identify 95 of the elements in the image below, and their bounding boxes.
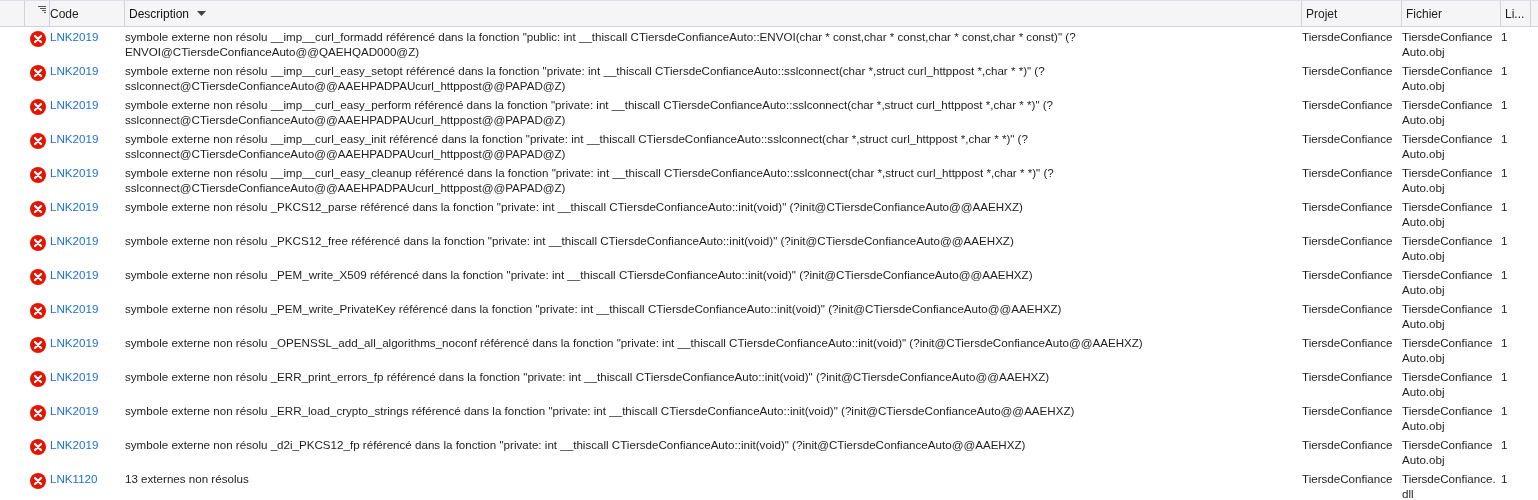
project-name: TiersdeConfiance [1302,437,1394,452]
file-name: TiersdeConfianceAuto.obj [1402,165,1494,195]
line-number: 1 [1501,200,1508,213]
file-name: TiersdeConfianceAuto.obj [1402,199,1494,229]
file-name: TiersdeConfianceAuto.obj [1402,131,1494,161]
project-name: TiersdeConfiance [1302,199,1394,214]
column-header[interactable]: Li... [1501,1,1531,26]
error-code-link[interactable]: LNK2019 [50,98,99,111]
error-description: symbole externe non résolu __imp__curl_easy_setopt référencé dans la fonction "private: int __thiscall CTiersdeConfianceAuto::sslconnect(char *,struct curl_httppost *,char * *)" (?sslconnect@CTiersdeConfianceAuto@@AAEHPADPAUcurl_httppost@@PAPAD@Z) [125,64,1045,92]
error-description: 13 externes non résolus [125,472,249,485]
project-name: TiersdeConfiance [1302,369,1394,384]
error-description: symbole externe non résolu _PKCS12_parse référencé dans la fonction "private: int __thiscall CTiersdeConfianceAuto::init(void)" (?init@CTiersdeConfianceAuto@@AAEHXZ) [125,200,1023,213]
line-number: 1 [1501,132,1508,145]
error-icon [30,473,46,489]
file-name: TiersdeConfianceAuto.obj [1402,437,1494,467]
line-number: 1 [1501,438,1508,451]
line-number: 1 [1501,30,1508,43]
error-icon [30,235,46,251]
file-name: TiersdeConfianceAuto.obj [1402,29,1494,59]
project-name: TiersdeConfiance [1302,29,1394,44]
line-number: 1 [1501,166,1508,179]
error-code-link[interactable]: LNK2019 [50,64,99,77]
column-label: Code [50,6,79,21]
error-description: symbole externe non résolu __imp__curl_easy_init référencé dans la fonction "private: int __thiscall CTiersdeConfianceAuto::sslconnect(char *,struct curl_httppost *,char * *)" (?sslconnect@CTiersdeConfianceAuto@@AAEHPADPAUcurl_httppost@@PAPAD@Z) [125,132,1028,160]
column-label: Description [129,6,190,21]
line-number: 1 [1501,302,1508,315]
column-header[interactable]: Code [50,1,125,26]
line-number: 1 [1501,234,1508,247]
project-name: TiersdeConfiance [1302,233,1394,248]
project-name: TiersdeConfiance [1302,267,1394,282]
error-description: symbole externe non résolu _PEM_write_X509 référencé dans la fonction "private: int __thiscall CTiersdeConfianceAuto::init(void)" (?init@CTiersdeConfianceAuto@@AAEHXZ) [125,268,1033,281]
error-description: symbole externe non résolu _d2i_PKCS12_fp référencé dans la fonction "private: int __thiscall CTiersdeConfianceAuto::init(void)" (?init@CTiersdeConfianceAuto@@AAEHXZ) [125,438,1026,451]
project-name: TiersdeConfiance [1302,97,1394,112]
column-label: Projet [1306,6,1338,21]
line-number: 1 [1501,268,1508,281]
file-name: TiersdeConfianceAuto.obj [1402,301,1494,331]
error-code-link[interactable]: LNK2019 [50,132,99,145]
column-header[interactable]: Description [125,1,1302,26]
error-description: symbole externe non résolu __imp__curl_formadd référencé dans la fonction "public: int __thiscall CTiersdeConfianceAuto::ENVOI(char * const,char * const,char * const,char * const)" (?ENVOI@CTiersdeConfianceAuto@@QAEHQAD000@Z) [125,30,1076,58]
error-icon [30,269,46,285]
error-icon [30,65,46,81]
error-icon [30,439,46,455]
error-icon [30,371,46,387]
column-header[interactable]: Fichier [1402,1,1501,26]
error-code-link[interactable]: LNK2019 [50,30,99,43]
project-name: TiersdeConfiance [1302,165,1394,180]
error-icon [30,99,46,115]
error-icon [30,405,46,421]
error-icon [30,133,46,149]
error-description: symbole externe non résolu _OPENSSL_add_all_algorithms_noconf référencé dans la fonction "private: int __thiscall CTiersdeConfianceAuto::init(void)" (?init@CTiersdeConfianceAuto@@AAEHXZ) [125,336,1143,349]
file-name: TiersdeConfianceAuto.obj [1402,369,1494,399]
error-icon [30,337,46,353]
file-name: TiersdeConfiance.dll [1402,471,1496,500]
file-name: TiersdeConfianceAuto.obj [1402,233,1494,263]
line-number: 1 [1501,336,1508,349]
error-icon [30,201,46,217]
file-name: TiersdeConfianceAuto.obj [1402,403,1494,433]
error-description: symbole externe non résolu __imp__curl_easy_perform référencé dans la fonction "private: int __thiscall CTiersdeConfianceAuto::sslconnect(char *,struct curl_httppost *,char * *)" (?sslconnect@CTiersdeConfianceAuto@@AAEHPADPAUcurl_httppost@@PAPAD@Z) [125,98,1054,126]
error-code-link[interactable]: LNK2019 [50,336,99,349]
line-number: 1 [1501,404,1508,417]
line-number: 1 [1501,370,1508,383]
project-name: TiersdeConfiance [1302,335,1394,350]
error-code-link[interactable]: LNK2019 [50,404,99,417]
line-number: 1 [1501,64,1508,77]
error-description: symbole externe non résolu _PEM_write_PrivateKey référencé dans la fonction "private: int __thiscall CTiersdeConfianceAuto::init(void)" (?init@CTiersdeConfianceAuto@@AAEHXZ) [125,302,1062,315]
project-name: TiersdeConfiance [1302,471,1394,486]
error-code-link[interactable]: LNK2019 [50,200,99,213]
file-name: TiersdeConfianceAuto.obj [1402,335,1494,365]
error-description: symbole externe non résolu _ERR_print_errors_fp référencé dans la fonction "private: int __thiscall CTiersdeConfianceAuto::init(void)" (?init@CTiersdeConfianceAuto@@AAEHXZ) [125,370,1050,383]
error-icon [30,303,46,319]
project-name: TiersdeConfiance [1302,131,1394,146]
file-name: TiersdeConfianceAuto.obj [1402,267,1494,297]
column-header[interactable]: Projet [1302,1,1402,26]
error-icon [30,167,46,183]
error-code-link[interactable]: LNK1120 [50,472,98,485]
column-label: Li... [1505,6,1525,21]
error-code-link[interactable]: LNK2019 [50,302,99,315]
error-code-link[interactable]: LNK2019 [50,166,99,179]
project-name: TiersdeConfiance [1302,63,1394,78]
line-number: 1 [1501,472,1508,485]
column-label: Fichier [1406,6,1442,21]
error-code-link[interactable]: LNK2019 [50,438,99,451]
file-name: TiersdeConfianceAuto.obj [1402,97,1494,127]
project-name: TiersdeConfiance [1302,301,1394,316]
error-code-link[interactable]: LNK2019 [50,234,99,247]
line-number: 1 [1501,98,1508,111]
error-description: symbole externe non résolu _PKCS12_free référencé dans la fonction "private: int __thiscall CTiersdeConfianceAuto::init(void)" (?init@CTiersdeConfianceAuto@@AAEHXZ) [125,234,1014,247]
project-name: TiersdeConfiance [1302,403,1394,418]
file-name: TiersdeConfianceAuto.obj [1402,63,1494,93]
error-code-link[interactable]: LNK2019 [50,268,99,281]
filter-icon[interactable] [38,6,46,13]
error-icon [30,31,46,47]
error-description: symbole externe non résolu __imp__curl_easy_cleanup référencé dans la fonction "private: int __thiscall CTiersdeConfianceAuto::sslconnect(char *,struct curl_httppost *,char * *)" (?sslconnect@CTiersdeConfianceAuto@@AAEHPADPAUcurl_httppost@@PAPAD@Z) [125,166,1054,194]
error-code-link[interactable]: LNK2019 [50,370,99,383]
error-description: symbole externe non résolu _ERR_load_crypto_strings référencé dans la fonction "private: int __thiscall CTiersdeConfianceAuto::init(void)" (?init@CTiersdeConfianceAuto@@AAEHXZ) [125,404,1075,417]
